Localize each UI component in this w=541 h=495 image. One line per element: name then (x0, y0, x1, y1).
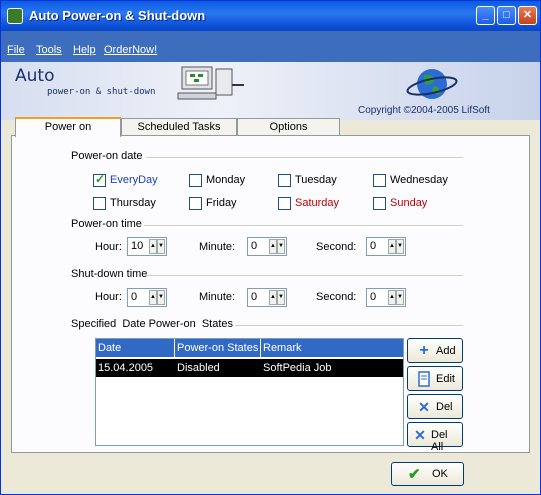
power-on-second-label: Second: (316, 241, 357, 253)
power-on-second-value: 0 (370, 240, 377, 252)
spin-up-icon[interactable]: ▲ (388, 290, 396, 305)
table-cell-remark[interactable]: SoftPedia Job (261, 359, 403, 377)
window-title: Auto Power-on & Shut-down (29, 8, 206, 23)
menu-bar: File Tools Help OrderNow! (1, 31, 540, 62)
title-bar[interactable]: Auto Power-on & Shut-down _ □ ✕ (1, 1, 540, 31)
label-friday: Friday (206, 197, 237, 209)
edit-button[interactable]: Edit (407, 366, 463, 391)
spin-down-icon[interactable]: ▼ (277, 239, 285, 254)
shutdown-second-spinner[interactable]: 0 ▲ ▼ (366, 288, 406, 307)
globe-icon (406, 69, 458, 99)
spin-up-icon[interactable]: ▲ (149, 290, 157, 305)
table-cell-state[interactable]: Disabled (175, 359, 261, 377)
check-icon: ✔ (408, 466, 421, 483)
delete-all-button[interactable]: ✕ Del All (407, 422, 463, 453)
label-thursday: Thursday (110, 197, 156, 209)
separator (235, 325, 463, 327)
shutdown-minute-spinner[interactable]: 0 ▲ ▼ (247, 288, 287, 307)
power-on-minute-spinner[interactable]: 0 ▲ ▼ (247, 237, 287, 256)
column-header-states[interactable]: Power-on States (175, 339, 261, 357)
power-on-second-spinner[interactable]: 0 ▲ ▼ (366, 237, 406, 256)
checkbox-monday[interactable] (189, 174, 202, 187)
menu-tools[interactable]: Tools (36, 44, 62, 56)
shutdown-second-value: 0 (370, 291, 377, 303)
power-on-minute-label: Minute: (199, 241, 236, 253)
app-window: Auto Power-on & Shut-down _ □ ✕ File Too… (0, 0, 541, 495)
spin-up-icon[interactable]: ▲ (149, 239, 157, 254)
separator (147, 275, 463, 277)
label-tuesday: Tuesday (295, 174, 337, 186)
spin-up-icon[interactable]: ▲ (269, 290, 277, 305)
checkbox-everyday[interactable] (93, 172, 106, 187)
checkbox-thursday[interactable] (93, 197, 106, 210)
power-on-minute-value: 0 (251, 240, 258, 252)
add-button[interactable]: + Add (407, 338, 463, 363)
label-everyday: EveryDay (110, 174, 158, 186)
computer-icon (177, 66, 244, 100)
ok-button-label: OK (432, 468, 448, 480)
column-header-remark[interactable]: Remark (261, 339, 403, 357)
shutdown-minute-value: 0 (251, 291, 258, 303)
label-saturday: Saturday (295, 197, 340, 209)
shutdown-hour-label: Hour: (95, 291, 122, 303)
edit-button-label: Edit (436, 373, 455, 385)
column-header-date[interactable]: Date (96, 339, 175, 357)
add-button-label: Add (436, 345, 456, 357)
power-on-time-label: Power-on time (71, 218, 142, 230)
document-icon (418, 371, 430, 387)
power-on-hour-label: Hour: (95, 241, 122, 253)
delete-all-button-label: Del All (431, 429, 448, 453)
maximize-button[interactable]: □ (497, 6, 516, 25)
spin-down-icon[interactable]: ▼ (157, 290, 165, 305)
shutdown-hour-spinner[interactable]: 0 ▲ ▼ (127, 288, 167, 307)
delete-button[interactable]: ✕ Del (407, 394, 463, 419)
checkbox-sunday[interactable] (373, 197, 386, 210)
shutdown-second-label: Second: (316, 291, 357, 303)
delete-button-label: Del (436, 401, 453, 413)
checkbox-tuesday[interactable] (278, 174, 291, 187)
tab-power-on[interactable]: Power on (15, 117, 121, 137)
checkbox-saturday[interactable] (278, 197, 291, 210)
copyright-text: Copyright ©2004-2005 LifSoft (358, 105, 490, 116)
banner-logo-subtitle: power-on & shut-down (47, 87, 156, 97)
banner: Auto power-on & shut-down Copyright ©200… (1, 62, 540, 120)
app-icon (7, 8, 23, 24)
checkbox-wednesday[interactable] (373, 174, 386, 187)
plus-icon: + (419, 342, 429, 359)
spin-down-icon[interactable]: ▼ (396, 290, 404, 305)
shutdown-hour-value: 0 (131, 291, 138, 303)
spin-up-icon[interactable]: ▲ (269, 239, 277, 254)
states-section-label: Specified Date Power-on States (71, 318, 234, 330)
states-list[interactable]: Date Power-on States Remark 15.04.2005 D… (95, 338, 404, 446)
close-button[interactable]: ✕ (518, 6, 537, 25)
spin-down-icon[interactable]: ▼ (277, 290, 285, 305)
checkbox-friday[interactable] (189, 197, 202, 210)
separator (146, 157, 463, 159)
delete-x-icon: ✕ (418, 399, 430, 415)
label-wednesday: Wednesday (390, 174, 448, 186)
tab-options[interactable]: Options (237, 118, 340, 135)
spin-down-icon[interactable]: ▼ (157, 239, 165, 254)
menu-file[interactable]: File (7, 44, 25, 56)
power-on-hour-value: 10 (131, 240, 144, 252)
menu-help[interactable]: Help (73, 44, 96, 56)
menu-ordernow[interactable]: OrderNow! (104, 44, 157, 56)
minimize-button[interactable]: _ (476, 6, 495, 25)
shutdown-time-label: Shut-down time (71, 268, 148, 280)
tab-scheduled-tasks[interactable]: Scheduled Tasks (121, 118, 237, 135)
shutdown-minute-label: Minute: (199, 291, 236, 303)
power-on-date-label: Power-on date (71, 150, 143, 162)
banner-logo-text: Auto (15, 66, 55, 86)
table-cell-date[interactable]: 15.04.2005 (96, 359, 175, 377)
label-monday: Monday (206, 174, 246, 186)
label-sunday: Sunday (390, 197, 428, 209)
separator (144, 225, 463, 227)
ok-button[interactable]: ✔ OK (391, 462, 464, 486)
spin-down-icon[interactable]: ▼ (396, 239, 404, 254)
spin-up-icon[interactable]: ▲ (388, 239, 396, 254)
power-on-hour-spinner[interactable]: 10 ▲ ▼ (127, 237, 167, 256)
delete-all-x-icon: ✕ (414, 427, 426, 443)
